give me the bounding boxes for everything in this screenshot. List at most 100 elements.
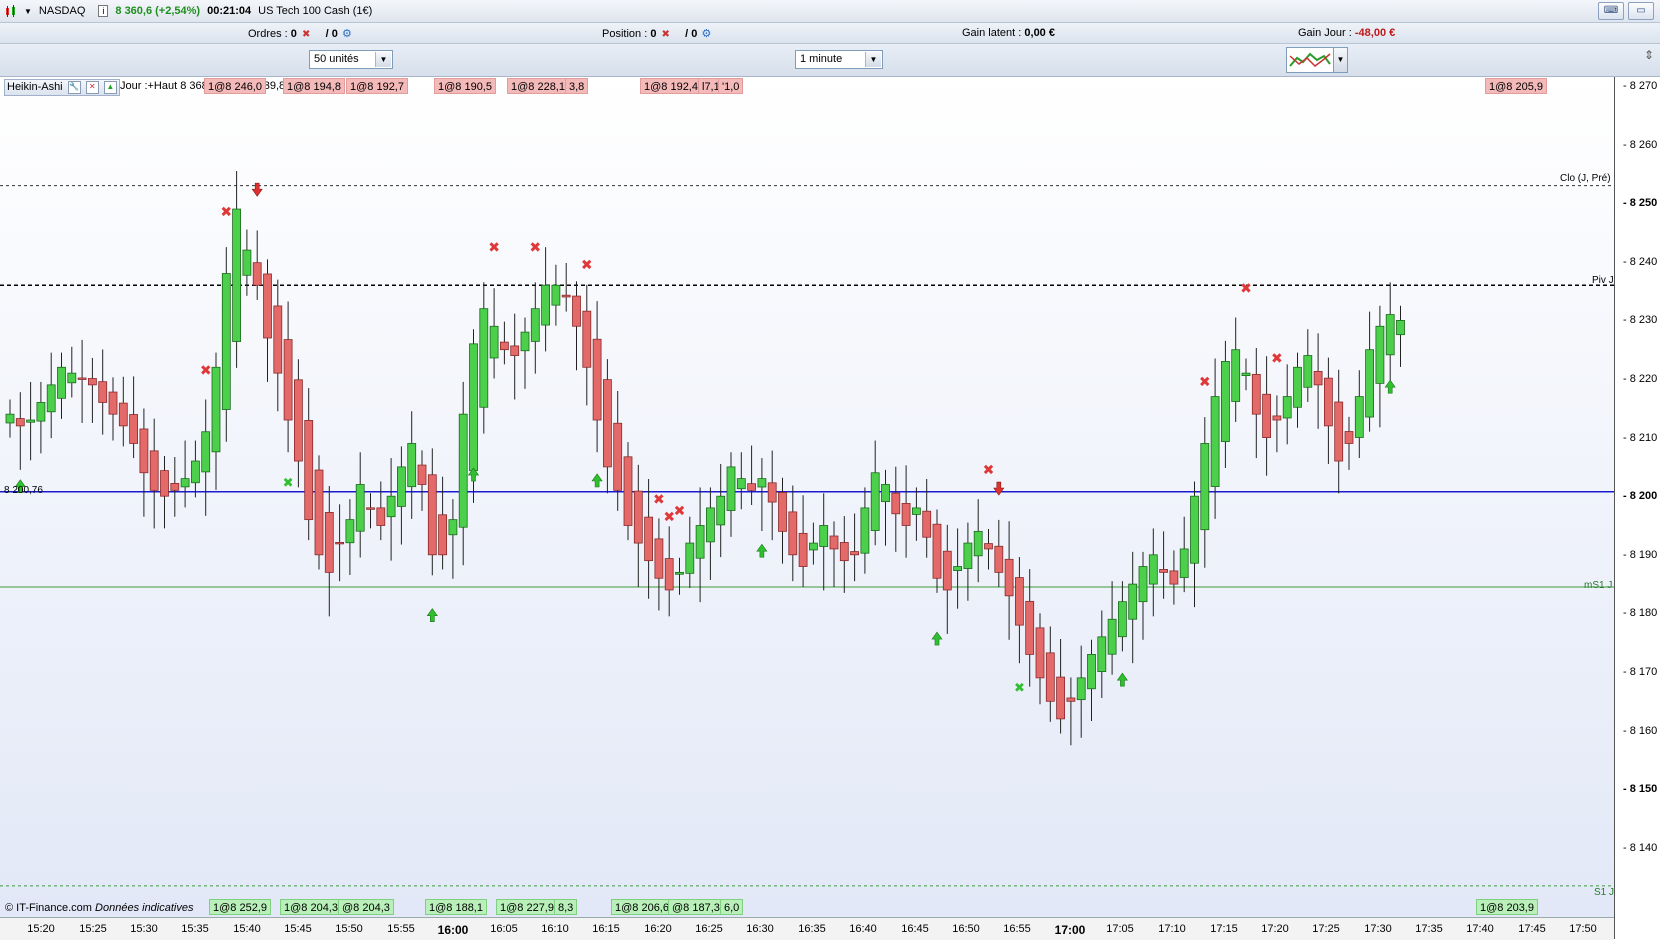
- order-tag[interactable]: @8 187,3: [668, 899, 724, 915]
- x-tick-label: 17:10: [1158, 923, 1186, 935]
- candle-body-down: [994, 545, 1004, 573]
- order-tag[interactable]: 1@8 194,8: [283, 78, 345, 94]
- y-tick-label: - 8 220: [1623, 373, 1658, 385]
- candle-body-down: [510, 345, 520, 356]
- exit-cross-icon[interactable]: ✖: [529, 240, 541, 256]
- order-tag[interactable]: 1@8 190,5: [434, 78, 496, 94]
- target-cross-icon[interactable]: ✖: [1014, 681, 1025, 696]
- candle-body-down: [427, 474, 437, 556]
- piv-label: Piv J: [1592, 275, 1614, 286]
- exit-cross-icon[interactable]: ✖: [653, 492, 665, 508]
- order-tag[interactable]: 1@8 192,4: [640, 78, 702, 94]
- keyboard-icon[interactable]: ⌨: [1598, 2, 1624, 20]
- order-tag[interactable]: 1@8 203,9: [1476, 899, 1538, 915]
- exit-cross-icon[interactable]: ✖: [1271, 351, 1283, 367]
- candle-body-up: [479, 308, 489, 408]
- timeframe-select[interactable]: 1 minute ▼: [795, 50, 883, 69]
- candle-body-up: [1375, 325, 1385, 384]
- info-icon[interactable]: i: [98, 5, 109, 17]
- exit-cross-icon[interactable]: ✖: [983, 462, 995, 478]
- candle-body-up: [551, 284, 561, 306]
- order-tag[interactable]: 1@8 206,6: [611, 899, 673, 915]
- resize-handle-icon[interactable]: ⇕: [1644, 48, 1656, 72]
- candle-body-down: [1272, 415, 1282, 421]
- exit-cross-icon[interactable]: ✖: [674, 504, 686, 520]
- price-chart[interactable]: ✖✖✖ ✖✖✖✖✖✖✖✖✖✖✖: [0, 77, 1614, 917]
- order-tag[interactable]: 3,8: [565, 78, 589, 94]
- x-tick-label: 15:50: [335, 923, 363, 935]
- y-tick-label: - 8 240: [1623, 255, 1658, 268]
- order-tag[interactable]: 1@8 192,7: [346, 78, 408, 94]
- candle-body-down: [1066, 697, 1076, 702]
- candle-body-up: [458, 413, 468, 528]
- x-tick-label: 16:05: [490, 923, 518, 935]
- exit-cross-icon[interactable]: ✖: [581, 257, 593, 273]
- candle-body-up: [675, 571, 684, 575]
- candle-body-up: [386, 495, 396, 518]
- close-position-icon[interactable]: ✖: [662, 29, 670, 40]
- x-tick-label: 16:45: [901, 923, 929, 935]
- order-tag[interactable]: 1@8 188,1: [425, 899, 487, 915]
- remove-icon[interactable]: ✕: [85, 80, 99, 94]
- chart-type-dropdown[interactable]: ▼: [1334, 47, 1348, 73]
- candle-body-up: [716, 495, 726, 526]
- candle-body-down: [376, 507, 386, 526]
- settings-icon[interactable]: ⚙: [342, 28, 352, 40]
- candle-body-down: [335, 541, 345, 545]
- candle-body-down: [767, 482, 777, 503]
- chart-style-header[interactable]: Heikin-Ashi 🔧 ✕ ▲: [4, 79, 120, 96]
- order-tag[interactable]: 1@8 227,9: [496, 899, 558, 915]
- order-tag[interactable]: 1@8 252,9: [209, 899, 271, 915]
- candle-body-down: [633, 490, 643, 544]
- order-tag[interactable]: 8,3: [554, 899, 578, 915]
- order-tag[interactable]: 1@8 205,9: [1485, 78, 1547, 94]
- order-tag[interactable]: @8 204,3: [338, 899, 394, 915]
- candle-body-up: [469, 343, 478, 472]
- minimize-button[interactable]: ▭: [1628, 2, 1654, 20]
- candle-body-down: [273, 305, 283, 374]
- candle-body-up: [1097, 636, 1107, 672]
- chart-type-icon[interactable]: [1286, 47, 1334, 73]
- wrench-icon[interactable]: 🔧: [67, 80, 81, 94]
- chevron-down-icon[interactable]: ▼: [375, 52, 391, 67]
- exit-cross-icon[interactable]: ✖: [1240, 281, 1252, 297]
- exit-cross-icon[interactable]: ✖: [220, 205, 232, 221]
- position-settings-icon[interactable]: ⚙: [701, 28, 711, 40]
- quantity-select[interactable]: 50 unités ▼: [309, 50, 393, 69]
- target-cross-icon[interactable]: ✖: [283, 476, 294, 491]
- candle-body-up: [1396, 319, 1405, 336]
- candle-body-down: [1262, 393, 1271, 438]
- order-tag[interactable]: 1@8 228,1: [507, 78, 569, 94]
- candle-body-down: [1159, 569, 1168, 573]
- candle-body-down: [1025, 600, 1035, 655]
- candle-body-down: [901, 503, 911, 526]
- exit-cross-icon[interactable]: ✖: [488, 240, 500, 256]
- order-tag[interactable]: 1@8 246,0: [204, 78, 266, 94]
- order-tag[interactable]: 6,0: [720, 899, 744, 915]
- chevron-down-icon[interactable]: ▼: [865, 52, 881, 67]
- candle-body-down: [1169, 570, 1179, 585]
- position-info: Position : 0 ✖ / 0 ⚙: [602, 28, 712, 40]
- chart-background: [0, 77, 1614, 917]
- cancel-orders-icon[interactable]: ✖: [302, 29, 310, 40]
- symbol-dropdown[interactable]: ▼: [24, 7, 32, 16]
- x-tick-label: 16:40: [849, 923, 877, 935]
- candle-body-up: [530, 308, 540, 342]
- y-axis[interactable]: - 8 140 - 8 150 - 8 160 - 8 170 - 8 180 - 8 1…: [1614, 77, 1660, 939]
- candle-body-up: [809, 542, 818, 551]
- order-tag[interactable]: '1,0: [718, 78, 744, 94]
- candle-body-up: [1282, 396, 1292, 419]
- candle-body-down: [623, 456, 633, 526]
- candle-body-up: [355, 484, 365, 532]
- candle-body-down: [572, 295, 581, 327]
- arrow-up-icon[interactable]: ▲: [103, 80, 117, 94]
- candle-body-down: [1045, 652, 1055, 702]
- candle-body-down: [499, 341, 509, 351]
- candlestick-icon[interactable]: [4, 4, 17, 18]
- order-tag[interactable]: 1@8 204,3: [280, 899, 342, 915]
- candle-body-up: [396, 466, 406, 507]
- exit-cross-icon[interactable]: ✖: [1199, 375, 1211, 391]
- info-bar: Ordres : 0 ✖ / 0 ⚙ Position : 0 ✖ / 0 ⚙ …: [0, 23, 1660, 44]
- candle-body-down: [77, 377, 87, 380]
- exit-cross-icon[interactable]: ✖: [200, 363, 212, 379]
